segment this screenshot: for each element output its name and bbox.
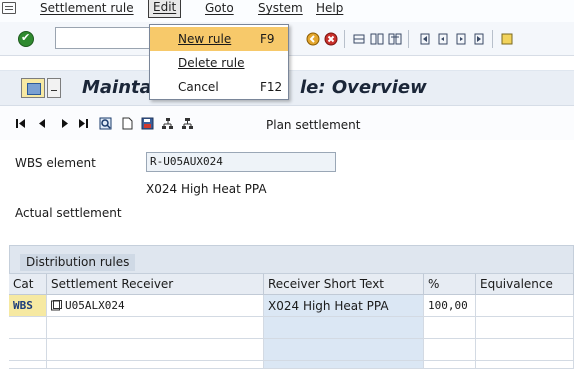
actual-settlement-label: Actual settlement: [15, 206, 122, 220]
column-header-percent[interactable]: %: [424, 274, 476, 295]
table-cell-empty[interactable]: [47, 339, 264, 361]
menu-goto[interactable]: Goto: [205, 1, 234, 15]
column-header-receiver-short-text[interactable]: Receiver Short Text: [264, 274, 424, 295]
page-title: Mainta: [82, 77, 152, 98]
next-record-icon[interactable]: [58, 117, 71, 130]
wbs-element-field[interactable]: R-U05AUX024: [146, 152, 336, 172]
column-header-cat[interactable]: Cat: [9, 274, 47, 295]
menu-icon[interactable]: [2, 2, 16, 14]
table-cell-empty[interactable]: [476, 339, 574, 361]
menu-item-label: Cancel: [178, 80, 219, 94]
plan-settlement-button[interactable]: Plan settlement: [266, 118, 361, 132]
wbs-description: X024 High Heat PPA: [146, 182, 267, 196]
table-cell-empty[interactable]: [424, 361, 476, 369]
screen-icon[interactable]: [21, 78, 45, 98]
menu-item-shortcut: F9: [260, 32, 275, 46]
command-field[interactable]: [55, 27, 155, 49]
menu-edit[interactable]: Edit: [148, 0, 182, 18]
wbs-element-label: WBS element: [15, 156, 96, 170]
toolbar-separator: [344, 30, 345, 48]
table-cell-empty: [264, 317, 424, 339]
menu-system[interactable]: System: [258, 1, 303, 15]
save-icon[interactable]: [141, 117, 154, 130]
table-cell-empty[interactable]: [476, 317, 574, 339]
table-cell-empty[interactable]: [47, 361, 264, 369]
menu-item-label: New rule: [178, 32, 232, 46]
distribution-rules-panel: Distribution rules Cat Settlement Receiv…: [9, 245, 574, 369]
table-cell-empty[interactable]: [424, 317, 476, 339]
next-page-icon[interactable]: [454, 32, 468, 46]
menu-help[interactable]: Help: [316, 1, 343, 15]
toolbar-separator: [408, 30, 409, 48]
menu-settlement-rule[interactable]: Settlement rule: [40, 1, 134, 15]
table-cell-equivalence[interactable]: [476, 295, 574, 317]
hierarchy-icon[interactable]: [161, 117, 174, 130]
menu-item-label: Delete rule: [178, 56, 245, 70]
first-record-icon[interactable]: [14, 117, 27, 130]
edit-menu-dropdown: New rule F9 Delete rule Cancel F12: [149, 24, 289, 100]
previous-record-icon[interactable]: [36, 117, 49, 130]
menu-item-delete-rule[interactable]: Delete rule: [150, 51, 288, 75]
table-cell-empty[interactable]: [9, 317, 47, 339]
structure-icon[interactable]: [181, 117, 194, 130]
zoom-icon[interactable]: [99, 117, 112, 130]
find-next-icon[interactable]: [388, 32, 402, 46]
document-icon: [51, 300, 62, 311]
distribution-rules-title: Distribution rules: [20, 254, 136, 271]
screen-menu-dropdown[interactable]: [47, 78, 61, 98]
table-cell-percent[interactable]: 100,00: [424, 295, 476, 317]
table-cell-empty[interactable]: [476, 361, 574, 369]
table-cell-empty: [264, 339, 424, 361]
application-toolbar: Plan settlement: [0, 106, 574, 140]
table-cell-cat[interactable]: WBS: [9, 295, 47, 317]
table-cell-receiver-short-text: X024 High Heat PPA: [264, 295, 424, 317]
menu-item-new-rule[interactable]: New rule F9: [150, 27, 288, 51]
menu-item-cancel[interactable]: Cancel F12: [150, 75, 288, 99]
table-cell-empty[interactable]: [424, 339, 476, 361]
menu-bar: Settlement rule Edit Goto System Help: [0, 0, 574, 22]
table-cell-settlement-receiver[interactable]: U05ALX024: [47, 295, 264, 317]
menu-item-shortcut: F12: [260, 80, 283, 94]
first-page-icon[interactable]: [418, 32, 432, 46]
enter-check-icon[interactable]: [18, 31, 34, 47]
last-page-icon[interactable]: [472, 32, 486, 46]
toolbar-separator: [492, 30, 493, 48]
print-icon[interactable]: [352, 32, 366, 46]
page-title-suffix: le: Overview: [300, 77, 427, 98]
table-cell-empty[interactable]: [9, 339, 47, 361]
find-icon[interactable]: [370, 32, 384, 46]
back-icon[interactable]: [306, 32, 320, 46]
previous-page-icon[interactable]: [436, 32, 450, 46]
settlement-receiver-value: U05ALX024: [65, 299, 125, 312]
table-cell-empty[interactable]: [9, 361, 47, 369]
last-record-icon[interactable]: [77, 117, 90, 130]
new-document-icon[interactable]: [121, 117, 134, 130]
distribution-rules-header: Distribution rules: [9, 245, 574, 274]
column-header-equivalence-no[interactable]: Equivalence no.: [476, 274, 574, 305]
column-header-settlement-receiver[interactable]: Settlement Receiver: [47, 274, 264, 295]
create-session-icon[interactable]: [500, 32, 514, 46]
cancel-icon[interactable]: [324, 32, 338, 46]
table-cell-empty: [264, 361, 424, 369]
table-cell-empty[interactable]: [47, 317, 264, 339]
